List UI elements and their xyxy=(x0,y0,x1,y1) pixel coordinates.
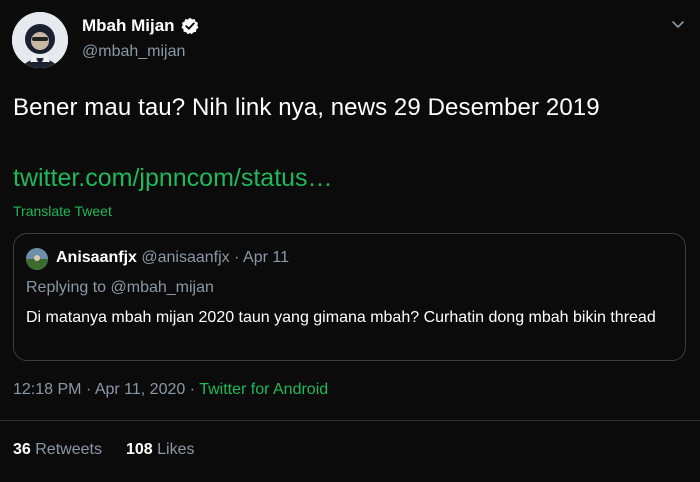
avatar[interactable] xyxy=(12,12,68,68)
tweet-timestamp-row: 12:18 PM · Apr 11, 2020 · Twitter for An… xyxy=(13,381,328,399)
tweet-text: Bener mau tau? Nih link nya, news 29 Des… xyxy=(13,94,600,121)
quote-text: Di matanya mbah mijan 2020 taun yang gim… xyxy=(26,309,656,326)
meta-separator: · xyxy=(85,381,92,398)
quote-replying-to: Replying to @mbah_mijan xyxy=(26,279,214,296)
retweets-count: 36 xyxy=(13,441,31,458)
divider xyxy=(0,420,700,421)
quote-separator: · xyxy=(234,249,240,266)
chevron-down-icon[interactable] xyxy=(670,16,686,32)
translate-tweet-button[interactable]: Translate Tweet xyxy=(13,203,112,219)
likes-count: 108 xyxy=(125,441,153,458)
quote-author-handle[interactable]: @anisaanfjx xyxy=(141,249,229,266)
quoted-tweet[interactable]: Anisaanfjx @anisaanfjx · Apr 11 Replying… xyxy=(13,233,686,361)
tweet-link[interactable]: twitter.com/jpnncom/status… xyxy=(13,164,333,193)
retweets-label: Retweets xyxy=(35,441,102,458)
tweet-time[interactable]: 12:18 PM xyxy=(13,381,81,398)
author-name-row: Mbah Mijan xyxy=(82,16,199,36)
quote-date: Apr 11 xyxy=(243,249,289,266)
author-handle[interactable]: @mbah_mijan xyxy=(82,43,185,61)
tweet-source-link[interactable]: Twitter for Android xyxy=(199,381,328,398)
tweet-card: Mbah Mijan @mbah_mijan Bener mau tau? Ni… xyxy=(0,0,700,482)
quote-header: Anisaanfjx @anisaanfjx · Apr 11 xyxy=(56,249,289,267)
quote-author-name[interactable]: Anisaanfjx xyxy=(56,249,137,266)
verified-badge-icon xyxy=(181,17,199,35)
quote-avatar xyxy=(26,248,48,270)
tweet-stats: 36 Retweets 108 Likes xyxy=(13,441,194,459)
likes-stat[interactable]: 108 Likes xyxy=(126,441,195,459)
likes-label: Likes xyxy=(157,441,195,458)
meta-separator: · xyxy=(189,381,196,398)
retweets-stat[interactable]: 36 Retweets xyxy=(13,441,102,459)
author-name[interactable]: Mbah Mijan xyxy=(82,16,175,36)
tweet-date[interactable]: Apr 11, 2020 xyxy=(95,381,185,398)
